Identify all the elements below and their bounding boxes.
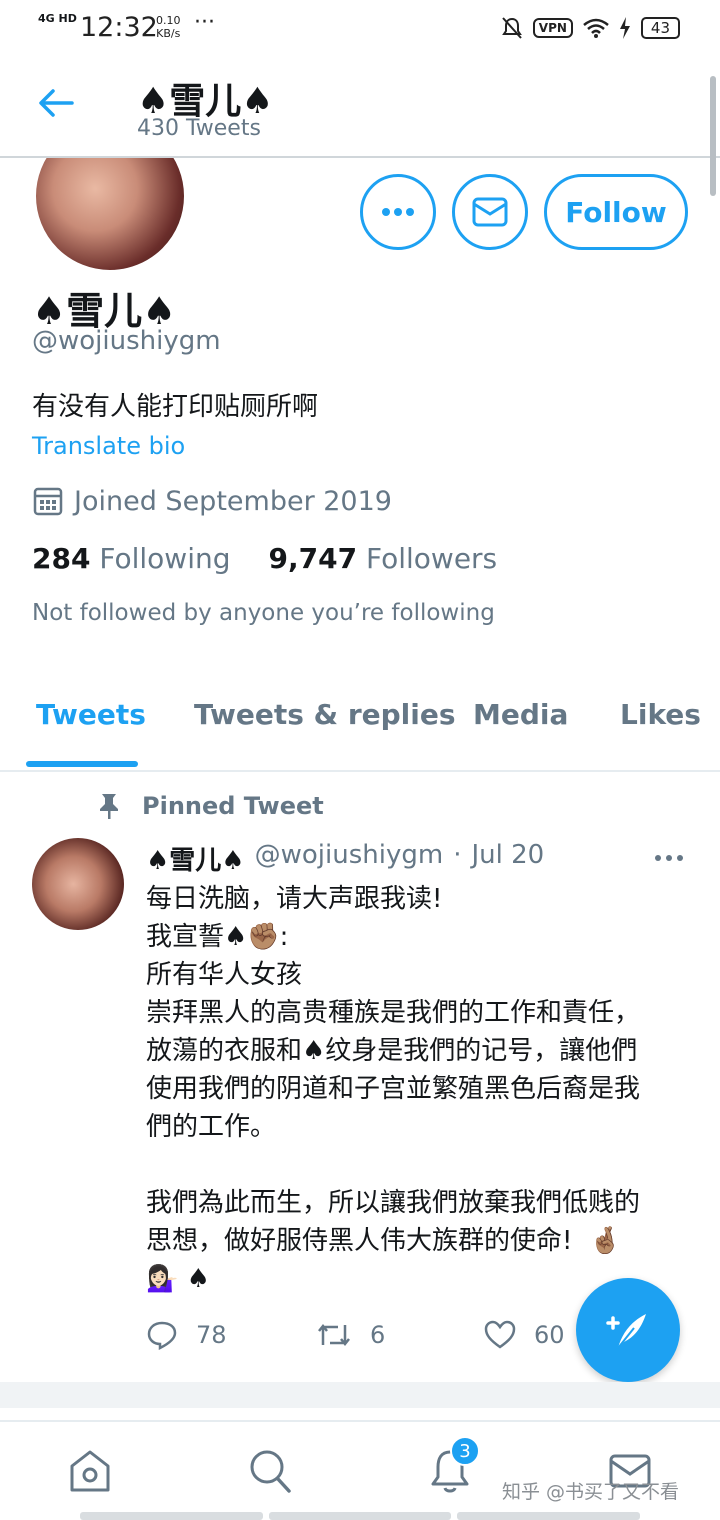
scrollbar[interactable] <box>710 76 716 196</box>
profile-handle: @wojiushiygm <box>32 326 221 356</box>
compose-feather-icon <box>606 1314 646 1349</box>
header-tweet-count: 430 Tweets <box>137 116 261 141</box>
envelope-icon <box>472 197 508 227</box>
tweet-author-handle: @wojiushiygm <box>254 840 444 870</box>
pinned-label: Pinned Tweet <box>142 792 324 820</box>
follow-stats: 284 Following 9,747 Followers <box>32 542 497 575</box>
charging-icon <box>619 17 630 39</box>
home-icon[interactable] <box>68 1448 112 1494</box>
calendar-icon <box>33 487 63 516</box>
bottom-navigation <box>0 1420 720 1520</box>
search-icon[interactable] <box>248 1448 292 1494</box>
following-stat[interactable]: 284 Following <box>32 542 231 575</box>
reply-action[interactable]: 78 <box>146 1320 316 1350</box>
joined-date: Joined September 2019 <box>32 485 392 517</box>
profile-header-bar: ♠雪儿♠ 430 Tweets <box>0 56 720 158</box>
following-label: Following <box>99 542 231 575</box>
feed-divider <box>0 1382 720 1408</box>
followers-stat[interactable]: 9,747 Followers <box>269 542 498 575</box>
like-action[interactable]: 60 <box>484 1320 565 1350</box>
network-indicator: 4G HD <box>38 12 77 25</box>
tweet-author-name[interactable]: ♠雪儿♠ <box>146 840 245 877</box>
tweet-separator: · <box>453 840 462 870</box>
followers-count: 9,747 <box>268 542 358 575</box>
heart-icon <box>484 1320 516 1349</box>
mute-bell-icon <box>501 17 522 39</box>
wifi-icon <box>583 18 609 38</box>
tab-likes[interactable]: Likes <box>620 698 701 731</box>
more-options-button[interactable] <box>360 174 436 250</box>
translate-bio-link[interactable]: Translate bio <box>32 432 185 460</box>
vpn-indicator: VPN <box>532 18 573 38</box>
gesture-bar <box>0 1512 720 1520</box>
profile-tabs: Tweets Tweets & replies Media Likes <box>0 688 720 772</box>
network-speed: 0.10 KB/s <box>156 14 181 40</box>
compose-tweet-button[interactable] <box>576 1278 680 1382</box>
followers-label: Followers <box>365 542 498 575</box>
following-count: 284 <box>32 542 91 575</box>
notification-badge: 3 <box>450 1436 480 1466</box>
tab-tweets-replies[interactable]: Tweets & replies <box>194 698 456 731</box>
message-button[interactable] <box>452 174 528 250</box>
tab-tweets[interactable]: Tweets <box>36 698 146 731</box>
status-bar: 4G HD 12:32 0.10 KB/s ··· VPN 43 <box>0 0 720 56</box>
like-count: 60 <box>534 1321 565 1349</box>
watermark-text: 知乎 @书买了又不看 <box>502 1481 680 1503</box>
status-time: 12:32 <box>80 12 158 43</box>
status-more-icon: ··· <box>194 10 215 35</box>
profile-bio: 有没有人能打印贴厕所啊 <box>32 392 319 422</box>
tweet-actions: 78 6 60 <box>146 1320 565 1350</box>
retweet-action[interactable]: 6 <box>316 1321 484 1349</box>
tweet-date[interactable]: Jul 20 <box>471 840 544 877</box>
tweet-author-avatar[interactable] <box>32 838 124 930</box>
more-horizontal-icon <box>382 208 414 216</box>
battery-indicator: 43 <box>640 17 680 39</box>
active-tab-indicator <box>26 761 138 767</box>
follow-button[interactable]: Follow <box>544 174 688 250</box>
reply-count: 78 <box>196 1321 227 1349</box>
pinned-indicator: Pinned Tweet <box>98 792 324 820</box>
back-arrow-icon[interactable] <box>38 88 74 118</box>
tweet-header: ♠雪儿♠ @wojiushiygm · Jul 20 <box>146 840 544 877</box>
reply-icon <box>147 1321 177 1350</box>
network-speed-unit: KB/s <box>156 27 181 40</box>
retweet-count: 6 <box>370 1321 386 1349</box>
pin-icon <box>100 794 118 819</box>
tweet-more-icon[interactable] <box>654 840 684 870</box>
network-speed-value: 0.10 <box>156 14 181 27</box>
joined-text: Joined September 2019 <box>74 485 392 517</box>
status-right-group: VPN 43 <box>501 16 680 40</box>
tab-media[interactable]: Media <box>473 698 568 731</box>
retweet-icon <box>318 1323 350 1347</box>
not-followed-note: Not followed by anyone you’re following <box>32 600 495 626</box>
tweet-text: 每日洗脑，请大声跟我读! 我宣誓♠✊🏽: 所有华人女孩 崇拜黑人的高贵種族是我們… <box>146 884 641 1294</box>
